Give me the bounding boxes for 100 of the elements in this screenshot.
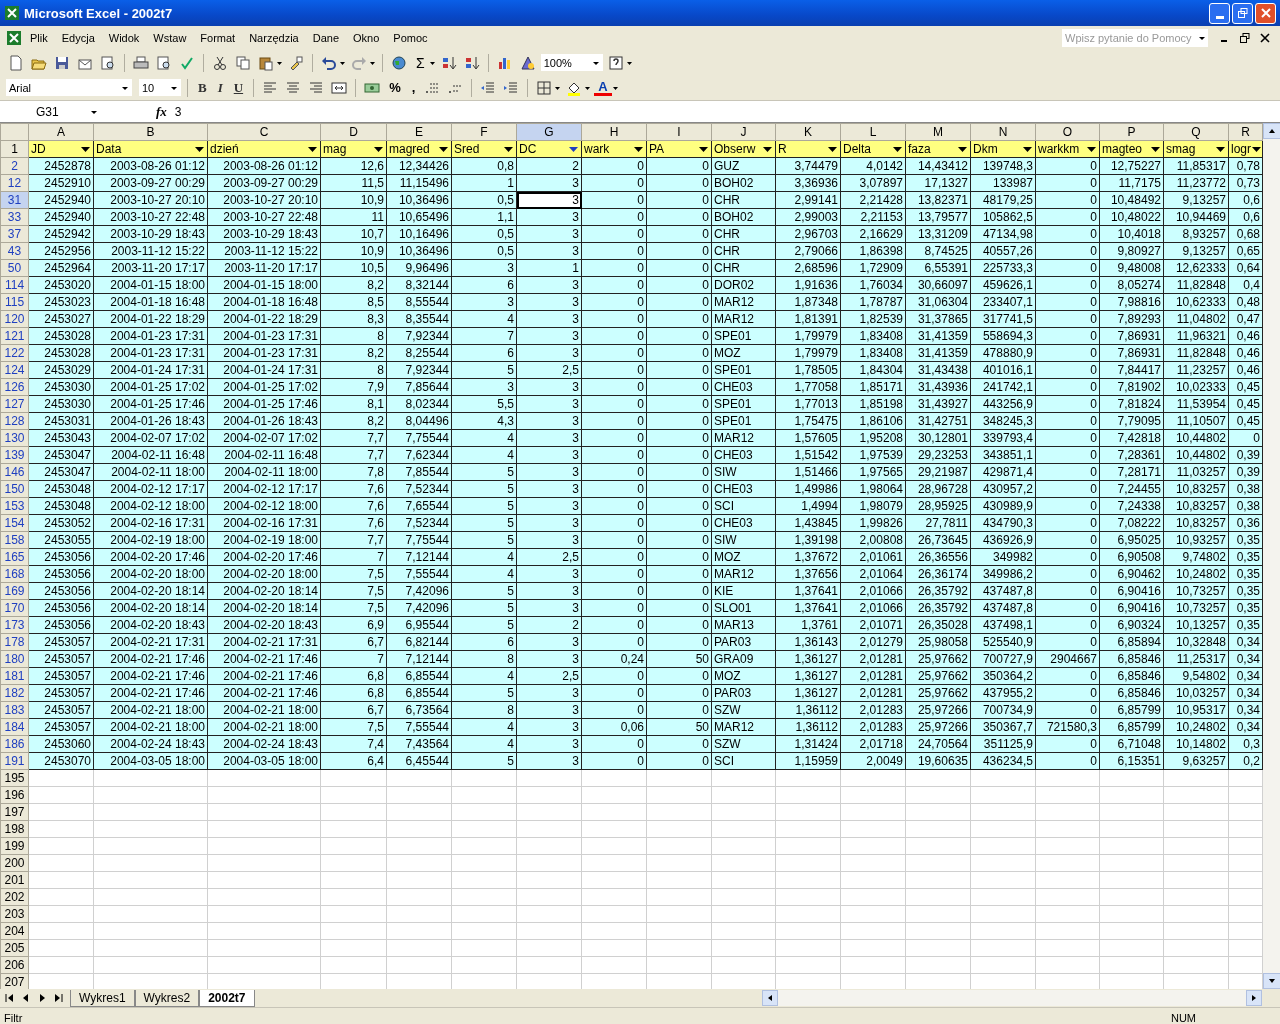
column-header[interactable]: I — [646, 123, 712, 141]
column-header[interactable]: M — [905, 123, 971, 141]
filter-dropdown-icon[interactable] — [633, 144, 644, 154]
filter-dropdown-icon[interactable] — [827, 144, 838, 154]
font-size-dropdown[interactable]: 10 — [139, 79, 181, 96]
scroll-right-icon[interactable] — [1250, 994, 1258, 1002]
vertical-scrollbar[interactable] — [1263, 123, 1280, 989]
scroll-down-icon[interactable] — [1268, 977, 1276, 985]
globe-icon[interactable] — [391, 54, 407, 71]
filter-dropdown-icon[interactable] — [80, 144, 91, 154]
filter-dropdown-icon[interactable] — [892, 144, 903, 154]
help-search-field[interactable]: Wpisz pytanie do Pomocy — [1062, 29, 1208, 47]
filter-dropdown-icon[interactable] — [194, 144, 205, 154]
scissors-icon[interactable] — [212, 54, 228, 71]
menu-item[interactable]: Plik — [24, 30, 54, 46]
spreadsheet-icon[interactable] — [6, 30, 22, 46]
close-button[interactable] — [1255, 2, 1276, 24]
sort-ascending-icon[interactable] — [440, 54, 457, 71]
align-center-icon[interactable] — [285, 79, 302, 96]
header-label: Data — [96, 141, 122, 157]
menu-item[interactable]: Pomoc — [387, 30, 434, 46]
sort-descending-icon[interactable] — [463, 54, 480, 71]
header-label: logr — [1231, 141, 1251, 157]
percent-button[interactable]: % — [385, 80, 405, 95]
format-button[interactable]: U — [229, 79, 248, 96]
column-header[interactable]: R — [1228, 123, 1263, 141]
paintbrush-icon[interactable] — [288, 54, 304, 71]
autosum-button[interactable]: Σ — [412, 54, 429, 71]
header-label: PA — [649, 141, 665, 157]
sheet-tab[interactable]: Wykres1 — [70, 989, 135, 1007]
outdent-icon[interactable] — [480, 79, 497, 96]
font-dropdown[interactable]: Arial — [6, 79, 132, 96]
column-header[interactable]: P — [1099, 123, 1164, 141]
menu-item[interactable]: Wstaw — [147, 30, 193, 46]
font-color-button[interactable]: A — [594, 79, 612, 96]
column-header[interactable]: O — [1035, 123, 1100, 141]
filter-dropdown-icon[interactable] — [762, 144, 773, 154]
column-header[interactable]: H — [581, 123, 647, 141]
column-header[interactable]: L — [840, 123, 906, 141]
column-header[interactable]: G — [516, 123, 582, 141]
column-header[interactable]: A — [28, 123, 94, 141]
column-header[interactable]: B — [93, 123, 208, 141]
restore-button[interactable] — [1232, 2, 1253, 24]
insert-function-button[interactable]: fx — [156, 103, 167, 120]
scroll-left-icon[interactable] — [766, 994, 774, 1002]
magnifier-page-icon[interactable] — [100, 54, 116, 71]
scroll-up-icon[interactable] — [1268, 127, 1276, 135]
comma-button[interactable]: , — [407, 80, 420, 95]
filter-dropdown-icon[interactable] — [568, 144, 579, 154]
last-sheet-icon[interactable] — [52, 992, 64, 1004]
minimize-button[interactable] — [1209, 2, 1230, 24]
sheet-tab[interactable]: Wykres2 — [134, 989, 200, 1007]
filter-dropdown-icon[interactable] — [438, 144, 449, 154]
menu-item[interactable]: Okno — [347, 30, 386, 46]
menu-item[interactable]: Widok — [102, 30, 146, 46]
menu-item[interactable]: Format — [194, 30, 242, 46]
filter-dropdown-icon[interactable] — [373, 144, 384, 154]
filter-dropdown-icon[interactable] — [503, 144, 514, 154]
align-left-icon[interactable] — [262, 79, 279, 96]
filter-dropdown-icon[interactable] — [957, 144, 968, 154]
column-header[interactable]: E — [386, 123, 452, 141]
filter-dropdown-icon[interactable] — [1022, 144, 1033, 154]
menu-item[interactable]: Narzędzia — [243, 30, 305, 46]
column-header[interactable]: F — [451, 123, 517, 141]
borders-icon[interactable] — [536, 79, 553, 96]
formula-field[interactable]: 3 — [174, 104, 182, 119]
column-header[interactable]: C — [207, 123, 321, 141]
filter-dropdown-icon[interactable] — [307, 144, 318, 154]
header-label: Delta — [843, 141, 871, 157]
format-button[interactable]: I — [213, 79, 227, 96]
shapes-icon[interactable] — [519, 54, 536, 71]
horizontal-scrollbar[interactable] — [762, 990, 1262, 1006]
filter-dropdown-icon[interactable] — [1215, 144, 1226, 154]
menu-item[interactable]: Dane — [306, 30, 345, 46]
copy-icon[interactable] — [235, 54, 251, 71]
format-button[interactable]: B — [194, 79, 211, 96]
printer-icon[interactable] — [133, 54, 149, 71]
filter-dropdown-icon[interactable] — [1150, 144, 1161, 154]
restore-icon[interactable] — [1239, 32, 1251, 44]
column-header[interactable]: J — [711, 123, 776, 141]
align-right-icon[interactable] — [308, 79, 325, 96]
filter-dropdown-icon[interactable] — [1086, 144, 1097, 154]
indent-icon[interactable] — [503, 79, 520, 96]
first-sheet-icon[interactable] — [4, 992, 16, 1004]
clipboard-icon[interactable] — [258, 54, 274, 71]
new-document-icon[interactable] — [8, 54, 24, 71]
column-header[interactable]: N — [970, 123, 1036, 141]
zoom-dropdown[interactable]: 100% — [540, 54, 603, 71]
magnifier-page-icon[interactable] — [156, 54, 172, 71]
column-header[interactable]: Q — [1163, 123, 1229, 141]
close-icon[interactable] — [1259, 32, 1271, 44]
sheet-tab[interactable]: 2002t7 — [199, 989, 255, 1007]
column-header[interactable]: D — [320, 123, 387, 141]
question-mark-icon[interactable] — [607, 54, 624, 71]
filter-dropdown-icon[interactable] — [1251, 144, 1262, 154]
column-header[interactable]: K — [775, 123, 841, 141]
merge-cells-icon[interactable] — [331, 79, 348, 96]
filter-dropdown-icon[interactable] — [698, 144, 709, 154]
menu-item[interactable]: Edycja — [55, 30, 101, 46]
header-label: magred — [389, 141, 430, 157]
